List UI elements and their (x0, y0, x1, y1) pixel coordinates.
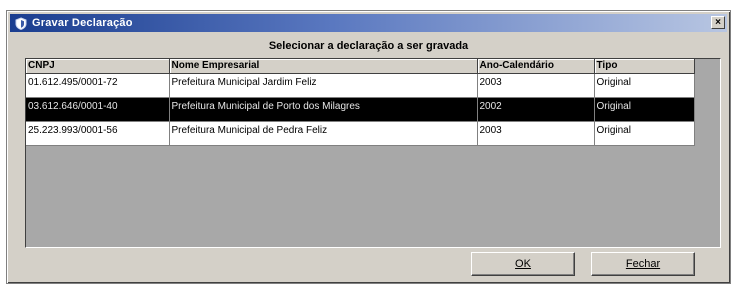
app-shield-icon (14, 16, 28, 30)
cell-type: Original (594, 97, 695, 122)
column-header-company-name[interactable]: Nome Empresarial (169, 59, 478, 74)
cell-company-name: Prefeitura Municipal de Pedra Feliz (169, 121, 478, 146)
window-title: Gravar Declaração (32, 17, 133, 29)
dialog-window: Gravar Declaração × Selecionar a declara… (6, 10, 731, 284)
cell-cnpj: 03.612.646/0001-40 (26, 97, 170, 122)
close-button[interactable]: Fechar (591, 252, 695, 276)
title-bar[interactable]: Gravar Declaração × (10, 14, 727, 32)
page-title: Selecionar a declaração a ser gravada (268, 40, 469, 52)
cell-type: Original (594, 73, 695, 98)
close-icon[interactable]: × (711, 16, 725, 29)
table-row-selected[interactable]: 03.612.646/0001-40 Prefeitura Municipal … (26, 97, 695, 122)
cell-company-name: Prefeitura Municipal Jardim Feliz (169, 73, 478, 98)
cell-year: 2002 (477, 97, 595, 122)
column-header-type[interactable]: Tipo (594, 59, 695, 74)
cell-type: Original (594, 121, 695, 146)
close-button-label: Fechar (625, 258, 661, 270)
column-header-year[interactable]: Ano-Calendário (477, 59, 595, 74)
cell-company-name: Prefeitura Municipal de Porto dos Milagr… (169, 97, 478, 122)
cell-cnpj: 25.223.993/0001-56 (26, 121, 170, 146)
table-row[interactable]: 01.612.495/0001-72 Prefeitura Municipal … (26, 73, 695, 98)
cell-year: 2003 (477, 121, 595, 146)
cell-year: 2003 (477, 73, 595, 98)
column-header-cnpj[interactable]: CNPJ (26, 59, 170, 74)
ok-button-label: OK (515, 258, 531, 270)
ok-button[interactable]: OK (471, 252, 575, 276)
cell-cnpj: 01.612.495/0001-72 (26, 73, 170, 98)
declaration-table: CNPJ Nome Empresarial Ano-Calendário Tip… (26, 59, 695, 146)
declaration-list[interactable]: CNPJ Nome Empresarial Ano-Calendário Tip… (25, 58, 721, 248)
header-row: CNPJ Nome Empresarial Ano-Calendário Tip… (26, 59, 695, 74)
table-row[interactable]: 25.223.993/0001-56 Prefeitura Municipal … (26, 121, 695, 146)
